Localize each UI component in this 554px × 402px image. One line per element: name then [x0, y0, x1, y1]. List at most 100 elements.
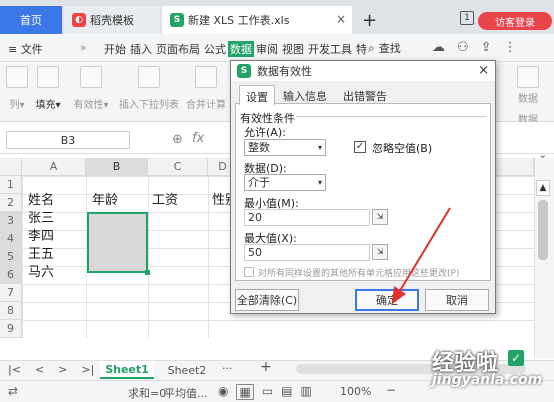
macro-icon[interactable]: ⇄: [8, 384, 18, 398]
file-menu[interactable]: ≡ 文件: [8, 41, 43, 57]
menu-expand-icon[interactable]: »: [80, 41, 87, 54]
clear-all-button[interactable]: 全部清除(C): [235, 289, 299, 311]
zoom-icon[interactable]: ⊕: [172, 132, 183, 147]
sheet-more-button[interactable]: ···: [222, 362, 233, 375]
ribbon-validity-label: 有效性▾: [73, 100, 109, 111]
dialog-close-icon[interactable]: ×: [478, 63, 489, 78]
name-box[interactable]: B3: [6, 131, 130, 149]
zoom-level[interactable]: 100%: [340, 385, 371, 398]
dialog-title-bar[interactable]: S 数据有效性 ×: [231, 61, 495, 81]
ribbon-data-right[interactable]: 数据 数据: [508, 66, 548, 126]
row-header-2[interactable]: 2: [0, 194, 22, 212]
tab-input-message[interactable]: 输入信息: [277, 85, 333, 104]
menu-special[interactable]: 特: [354, 41, 369, 57]
menu-insert[interactable]: 插入: [128, 41, 154, 57]
window-count-badge[interactable]: 1: [460, 11, 474, 25]
ribbon-column[interactable]: 列▾: [4, 66, 30, 111]
sheet-tab-sheet2[interactable]: Sheet2: [160, 361, 214, 379]
zoom-out-button[interactable]: −: [386, 383, 396, 397]
fill-handle[interactable]: [145, 270, 150, 275]
tab-home[interactable]: 首页: [0, 6, 62, 34]
row-header-7[interactable]: 7: [0, 284, 22, 302]
menu-developer[interactable]: 开发工具: [306, 41, 354, 57]
tab-error-alert[interactable]: 出错警告: [337, 85, 393, 104]
menu-review[interactable]: 审阅: [254, 41, 280, 57]
cell-b2[interactable]: 年龄: [88, 192, 148, 210]
more-icon[interactable]: ⋮: [504, 40, 517, 55]
spreadsheet-icon: S: [170, 13, 184, 27]
fx-icon[interactable]: fx: [192, 131, 204, 146]
cell-c2[interactable]: 工资: [148, 192, 208, 210]
ribbon-insert-dropdown[interactable]: 插入下拉列表: [118, 66, 180, 111]
normal-view-icon[interactable]: ▦: [236, 384, 254, 400]
column-header-c[interactable]: C: [148, 158, 208, 176]
login-button[interactable]: 访客登录: [478, 12, 552, 30]
max-value-input[interactable]: 50: [244, 244, 370, 261]
row-header-9[interactable]: 9: [0, 320, 22, 338]
scroll-thumb[interactable]: [538, 200, 548, 260]
prev-sheet-button[interactable]: <: [35, 363, 44, 376]
menu-start[interactable]: 开始: [102, 41, 128, 57]
data-select[interactable]: 介于 ▾: [244, 174, 326, 191]
eye-icon[interactable]: ◉: [218, 384, 228, 400]
new-tab-button[interactable]: +: [362, 10, 377, 31]
scroll-up-icon[interactable]: ▲: [536, 180, 550, 196]
row-header-8[interactable]: 8: [0, 302, 22, 320]
column-header-h[interactable]: [496, 158, 534, 176]
ignore-blank-checkbox[interactable]: ✓: [354, 141, 366, 153]
row-header-4[interactable]: 4: [0, 230, 22, 248]
first-sheet-button[interactable]: |<: [8, 363, 21, 376]
dropdown-list-icon: [138, 66, 160, 88]
chevron-down-icon[interactable]: ⌄: [538, 148, 547, 161]
page-break-icon[interactable]: ▤: [281, 384, 292, 400]
row-header-1[interactable]: 1: [0, 176, 22, 194]
cell-a5[interactable]: 王五: [24, 246, 86, 264]
spreadsheet-icon: S: [237, 64, 251, 78]
tab-file-label: 新建 XLS 工作表.xls: [188, 14, 290, 27]
tab-file[interactable]: S 新建 XLS 工作表.xls ×: [162, 6, 352, 34]
ribbon-validity[interactable]: 有效性▾: [68, 66, 114, 111]
min-value-input[interactable]: 20: [244, 209, 370, 226]
menu-data[interactable]: 数据: [228, 41, 254, 57]
cell-a4[interactable]: 李四: [24, 228, 86, 246]
column-icon: [6, 66, 28, 88]
ribbon-tabs: 开始 插入 页面布局 公式 数据 审阅 视图 开发工具 特: [102, 41, 369, 57]
column-header-b[interactable]: B: [86, 158, 148, 176]
apply-all-checkbox[interactable]: [244, 267, 254, 277]
tab-settings[interactable]: 设置: [239, 85, 275, 105]
add-sheet-button[interactable]: +: [260, 359, 272, 375]
search-box[interactable]: ⌕ 查找: [368, 40, 401, 56]
share-icon[interactable]: ⇪: [481, 40, 492, 55]
column-header-a[interactable]: A: [22, 158, 86, 176]
cell-d2[interactable]: 性别: [208, 192, 230, 210]
last-sheet-button[interactable]: >|: [81, 363, 94, 376]
menu-page-layout[interactable]: 页面布局: [154, 41, 202, 57]
watermark-check-icon: ✓: [508, 350, 524, 366]
cell-a6[interactable]: 马六: [24, 264, 86, 282]
collaborate-icon[interactable]: ⚇: [457, 40, 469, 55]
ribbon-consolidate[interactable]: 合并计算: [184, 66, 228, 111]
annotation-arrow: [392, 207, 451, 304]
cell-a2[interactable]: 姓名: [24, 192, 86, 210]
sheet-nav: |< < > >|: [8, 363, 94, 376]
tab-template[interactable]: ◐ 稻壳模板: [64, 6, 160, 34]
row-header-3[interactable]: 3: [0, 212, 22, 230]
menu-formula[interactable]: 公式: [202, 41, 228, 57]
tab-close-icon[interactable]: ×: [336, 12, 346, 26]
cloud-icon[interactable]: ☁: [432, 40, 445, 55]
validity-icon: [80, 66, 102, 88]
cell-a3[interactable]: 张三: [24, 210, 86, 228]
chevron-down-icon: ▾: [317, 178, 322, 187]
ribbon-fill[interactable]: 填充▾: [34, 66, 62, 111]
page-layout-icon[interactable]: ▭: [262, 384, 273, 400]
row-header-5[interactable]: 5: [0, 248, 22, 266]
select-all-corner[interactable]: [0, 158, 22, 176]
menu-view[interactable]: 视图: [280, 41, 306, 57]
sheet-tab-sheet1[interactable]: Sheet1: [100, 361, 154, 379]
next-sheet-button[interactable]: >: [58, 363, 67, 376]
allow-select[interactable]: 整数 ▾: [244, 139, 326, 156]
sum-readout: 求和=0: [128, 387, 167, 400]
row-header-6[interactable]: 6: [0, 266, 22, 284]
selected-range[interactable]: [87, 212, 148, 273]
reading-mode-icon[interactable]: ▥: [301, 384, 312, 400]
